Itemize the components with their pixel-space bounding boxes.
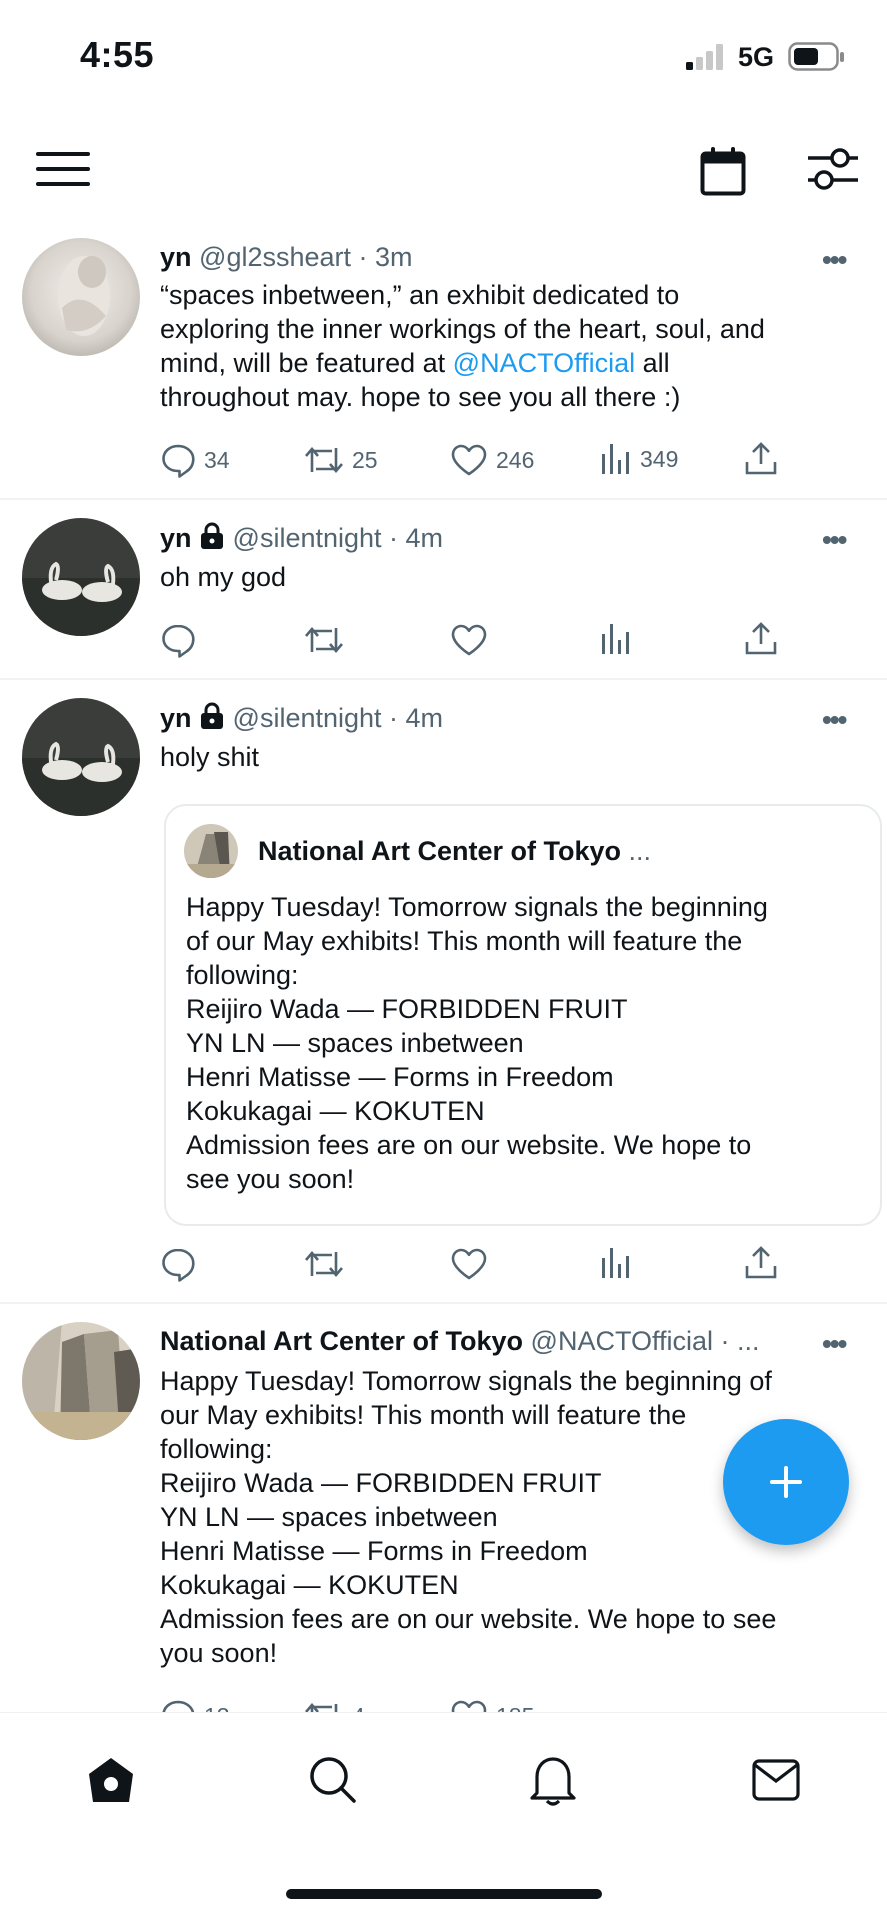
views-button[interactable] bbox=[600, 1246, 632, 1280]
views-button[interactable] bbox=[600, 622, 632, 656]
quoted-tweet[interactable]: National Art Center of Tokyo ... Happy T… bbox=[164, 804, 882, 1226]
reply-count: 34 bbox=[204, 446, 230, 473]
quote-avatar bbox=[184, 824, 238, 878]
avatar[interactable] bbox=[22, 518, 140, 636]
retweet-button[interactable]: 25 bbox=[304, 442, 378, 478]
avatar[interactable] bbox=[22, 238, 140, 356]
plus-icon bbox=[766, 1462, 806, 1502]
display-name[interactable]: yn bbox=[160, 703, 192, 733]
tweet-text: Happy Tuesday! Tomorrow signals the begi… bbox=[160, 1366, 777, 1668]
retweet-icon bbox=[304, 442, 344, 478]
reply-icon bbox=[160, 1246, 196, 1282]
share-button[interactable] bbox=[744, 442, 778, 476]
divider bbox=[0, 498, 887, 500]
retweet-button[interactable] bbox=[304, 1246, 344, 1282]
heart-icon bbox=[450, 1246, 488, 1282]
menu-icon[interactable] bbox=[36, 150, 92, 188]
avatar[interactable] bbox=[22, 1322, 140, 1440]
compose-button[interactable] bbox=[723, 1419, 849, 1545]
mail-icon[interactable] bbox=[752, 1759, 800, 1801]
retweet-icon bbox=[304, 1246, 344, 1282]
divider bbox=[0, 1302, 887, 1304]
tweet-header: yn @silentnight · 4m bbox=[160, 702, 443, 734]
views-icon bbox=[600, 442, 632, 476]
retweet-button[interactable] bbox=[304, 622, 344, 658]
avatar[interactable] bbox=[22, 698, 140, 816]
retweet-count: 25 bbox=[352, 446, 378, 473]
battery-icon bbox=[788, 42, 846, 72]
display-name[interactable]: yn bbox=[160, 242, 192, 272]
like-button[interactable] bbox=[450, 622, 488, 658]
heart-icon bbox=[450, 442, 488, 478]
reply-button[interactable]: 34 bbox=[160, 442, 230, 478]
quote-header: National Art Center of Tokyo ... bbox=[258, 836, 651, 867]
calendar-icon[interactable] bbox=[700, 146, 746, 196]
like-button[interactable] bbox=[450, 1246, 488, 1282]
quote-display-name: National Art Center of Tokyo bbox=[258, 836, 622, 866]
reply-icon bbox=[160, 622, 196, 658]
reply-icon bbox=[160, 442, 196, 478]
more-options-icon[interactable]: ••• bbox=[822, 1328, 847, 1360]
handle-time[interactable]: @NACTOfficial · ... bbox=[531, 1326, 760, 1356]
quote-ellipsis: ... bbox=[628, 836, 652, 866]
tweet-text: “spaces inbetween,” an exhibit dedicated… bbox=[160, 280, 765, 412]
reply-button[interactable] bbox=[160, 622, 196, 658]
views-button[interactable]: 349 bbox=[600, 442, 678, 476]
tweet-actions bbox=[160, 622, 800, 662]
more-options-icon[interactable]: ••• bbox=[822, 704, 847, 736]
quote-text: Happy Tuesday! Tomorrow signals the begi… bbox=[186, 892, 768, 1194]
display-name[interactable]: yn bbox=[160, 523, 192, 553]
share-icon bbox=[744, 622, 778, 656]
share-icon bbox=[744, 442, 778, 476]
more-options-icon[interactable]: ••• bbox=[822, 524, 847, 556]
share-icon bbox=[744, 1246, 778, 1280]
like-count: 246 bbox=[496, 446, 535, 473]
display-name[interactable]: National Art Center of Tokyo bbox=[160, 1326, 523, 1356]
handle-time[interactable]: @silentnight · 4m bbox=[233, 523, 444, 553]
home-icon[interactable] bbox=[86, 1755, 136, 1805]
signal-icon bbox=[686, 44, 726, 70]
tweet-actions: 34 25 246 349 bbox=[160, 442, 800, 482]
lock-icon bbox=[199, 702, 225, 730]
handle-time[interactable]: @silentnight · 4m bbox=[233, 703, 444, 733]
tweet-header: yn @silentnight · 4m bbox=[160, 522, 443, 554]
handle-time[interactable]: @gl2ssheart · 3m bbox=[199, 242, 412, 272]
network-label: 5G bbox=[738, 42, 775, 72]
share-button[interactable] bbox=[744, 622, 778, 656]
more-options-icon[interactable]: ••• bbox=[822, 244, 847, 276]
home-indicator bbox=[286, 1889, 602, 1899]
tweet-text: oh my god bbox=[160, 562, 287, 592]
tweet-header: National Art Center of Tokyo @NACTOffici… bbox=[160, 1326, 760, 1357]
status-time: 4:55 bbox=[80, 34, 155, 75]
tweet-actions bbox=[160, 1246, 800, 1286]
bell-icon[interactable] bbox=[528, 1753, 578, 1807]
tweet-text: holy shit bbox=[160, 742, 260, 772]
views-count: 349 bbox=[640, 445, 679, 472]
search-icon[interactable] bbox=[308, 1755, 358, 1805]
reply-button[interactable] bbox=[160, 1246, 196, 1282]
lock-icon bbox=[199, 522, 225, 550]
sliders-icon[interactable] bbox=[806, 146, 858, 194]
like-button[interactable]: 246 bbox=[450, 442, 534, 478]
heart-icon bbox=[450, 622, 488, 658]
mention-link[interactable]: @NACTOfficial bbox=[453, 348, 635, 378]
divider bbox=[0, 678, 887, 680]
tweet-header: yn @gl2ssheart · 3m bbox=[160, 242, 413, 273]
views-icon bbox=[600, 1246, 632, 1280]
share-button[interactable] bbox=[744, 1246, 778, 1280]
retweet-icon bbox=[304, 622, 344, 658]
views-icon bbox=[600, 622, 632, 656]
